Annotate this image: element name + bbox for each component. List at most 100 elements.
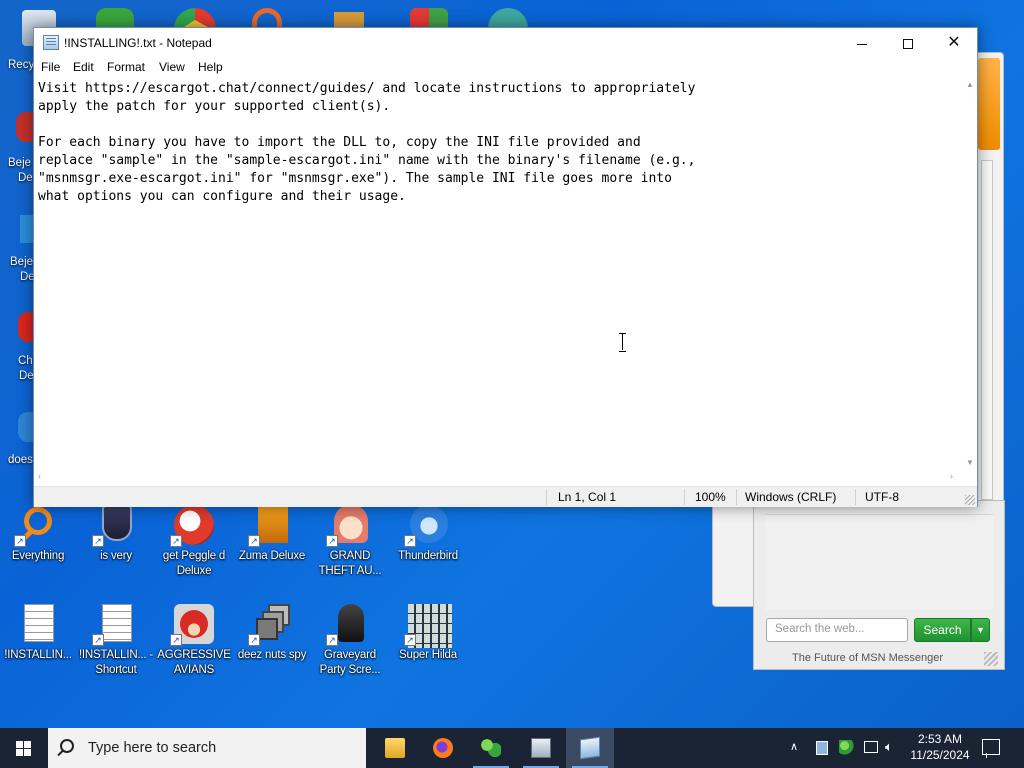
search-icon — [60, 739, 74, 753]
shortcut-arrow-icon: ↗ — [248, 535, 260, 547]
show-hidden-icons-chevron-icon[interactable]: ∧ — [790, 740, 798, 768]
clock-date: 11/25/2024 — [910, 748, 970, 762]
clock[interactable]: 2:53 AM 11/25/2024 — [905, 731, 975, 763]
desktop-icon-label: Zuma Deluxe — [238, 550, 306, 562]
close-button[interactable]: ✕ — [931, 28, 977, 58]
document-text[interactable]: Visit https://escargot.chat/connect/guid… — [38, 80, 695, 206]
title-bar[interactable]: !INSTALLING!.txt - Notepad ✕ — [34, 28, 977, 58]
does-app-icon[interactable] — [18, 412, 34, 442]
desktop-icon-installing-shortcut[interactable]: ↗ !INSTALLIN... - Shortcut — [78, 604, 154, 678]
desktop-icon-zuma[interactable]: ↗ Zuma Deluxe — [234, 505, 310, 564]
does-app-label: does — [8, 454, 33, 466]
msn-content-area — [765, 514, 993, 610]
desktop-icon-graveyard[interactable]: ↗ Graveyard Party Scre... — [312, 604, 388, 678]
text-file-icon — [18, 604, 58, 644]
notepad-icon — [580, 736, 600, 760]
maximize-button[interactable] — [885, 28, 931, 58]
taskbar-notepad[interactable] — [566, 728, 614, 768]
thunderbird-icon: ↗ — [404, 505, 448, 547]
line-ending: Windows (CRLF) — [745, 490, 837, 504]
menu-help[interactable]: Help — [198, 60, 223, 74]
clock-time: 2:53 AM — [917, 732, 963, 746]
scroll-up-icon[interactable]: ▲ — [966, 80, 974, 89]
msn-search-dropdown-icon[interactable]: ▼ — [971, 618, 990, 642]
taskbar: Type here to search ∧ 🔈︎ 2:53 AM 11/25/2… — [0, 728, 1024, 768]
bejeweled-2-icon[interactable] — [20, 215, 34, 243]
resize-grip-icon[interactable] — [965, 495, 975, 505]
msn-search-input[interactable]: Search the web... — [766, 618, 908, 642]
msn-messenger-icon — [481, 738, 501, 758]
desktop-icon-label: get Peggle d Deluxe — [162, 550, 226, 577]
windows-stack-icon: ↗ — [248, 604, 292, 646]
zuma-icon: ↗ — [248, 505, 292, 547]
notepad-window[interactable]: !INSTALLING!.txt - Notepad ✕ File Edit F… — [33, 27, 978, 507]
horizontal-scrollbar[interactable]: ‹ › — [34, 470, 963, 484]
scroll-right-icon[interactable]: › — [950, 471, 953, 481]
taskbar-control-panel[interactable] — [517, 728, 565, 768]
shortcut-arrow-icon: ↗ — [404, 634, 416, 646]
menu-file[interactable]: File — [41, 60, 60, 74]
desktop-icon-everything[interactable]: ↗ Everything — [0, 505, 76, 564]
notepad-icon — [43, 35, 59, 50]
firefox-icon — [433, 738, 453, 758]
shortcut-arrow-icon: ↗ — [326, 634, 338, 646]
desktop-icon-thunderbird[interactable]: ↗ Thunderbird — [390, 505, 466, 564]
msn-scrollbar[interactable] — [981, 160, 993, 500]
notification-icon[interactable] — [982, 739, 1000, 758]
taskbar-search-box[interactable]: Type here to search — [48, 728, 366, 768]
encoding: UTF-8 — [865, 490, 899, 504]
menu-format[interactable]: Format — [107, 60, 145, 74]
menu-bar: File Edit Format View Help — [34, 58, 977, 78]
volume-icon[interactable]: 🔈︎ — [885, 739, 893, 768]
desktop-icon-label: is very — [100, 550, 132, 562]
scroll-left-icon[interactable]: ‹ — [38, 471, 41, 481]
angry-bird-icon: ↗ — [170, 604, 214, 646]
taskbar-search-placeholder: Type here to search — [88, 740, 217, 756]
msn-tray-icon[interactable] — [839, 740, 855, 756]
everything-icon: ↗ — [14, 505, 58, 547]
desktop-icon-label: deez nuts spy — [237, 649, 307, 661]
shield-logo-icon: ↗ — [92, 505, 136, 547]
vertical-scrollbar[interactable]: ▲ ▼ — [963, 78, 977, 470]
status-bar: Ln 1, Col 1 100% Windows (CRLF) UTF-8 — [34, 486, 977, 507]
minimize-icon — [857, 43, 867, 45]
device-icon[interactable] — [816, 741, 828, 755]
taskbar-firefox[interactable] — [419, 728, 467, 768]
msn-search-button[interactable]: Search — [914, 618, 971, 642]
pixel-cat-icon: ↗ — [404, 604, 452, 648]
graveyard-icon: ↗ — [326, 604, 370, 646]
start-button[interactable] — [0, 728, 48, 768]
desktop-icon-installing-txt[interactable]: !INSTALLIN... — [0, 604, 76, 663]
network-icon[interactable] — [864, 741, 878, 753]
scroll-down-icon[interactable]: ▼ — [966, 458, 974, 467]
taskbar-msn-messenger[interactable] — [467, 728, 515, 768]
shortcut-arrow-icon: ↗ — [326, 535, 338, 547]
menu-edit[interactable]: Edit — [73, 60, 94, 74]
desktop-icon-label: GRAND THEFT AU... — [318, 550, 382, 577]
bejeweled-label: Beje — [8, 157, 32, 169]
peggle-icon: ↗ — [170, 505, 214, 547]
taskbar-file-explorer[interactable] — [371, 728, 419, 768]
desktop-icon-gta[interactable]: ↗ GRAND THEFT AU... — [312, 505, 388, 579]
shortcut-arrow-icon: ↗ — [92, 634, 104, 646]
bejeweled-2-label: Beje — [10, 256, 34, 268]
anime-girl-icon: ↗ — [326, 505, 370, 547]
desktop-icon-super-hilda[interactable]: ↗ Super Hilda — [390, 604, 466, 663]
desktop-icon-label: Everything — [11, 550, 65, 562]
folder-icon — [385, 738, 405, 758]
zoom-level: 100% — [695, 490, 726, 504]
desktop-icon-aggressive-avians[interactable]: ↗ AGGRESSIVE AVIANS — [156, 604, 232, 678]
desktop-icon-deez-nuts-spy[interactable]: ↗ deez nuts spy — [234, 604, 310, 663]
chuzzle-icon[interactable] — [18, 312, 34, 342]
windows-logo-icon — [16, 741, 32, 756]
resize-grip-icon[interactable] — [984, 652, 998, 666]
menu-view[interactable]: View — [159, 60, 185, 74]
shortcut-arrow-icon: ↗ — [170, 634, 182, 646]
text-file-icon: ↗ — [92, 604, 136, 646]
desktop-icon-peggle[interactable]: ↗ get Peggle d Deluxe — [156, 505, 232, 579]
text-editor[interactable]: Visit https://escargot.chat/connect/guid… — [34, 78, 962, 470]
desktop-icon-is-very[interactable]: ↗ is very — [78, 505, 154, 564]
maximize-icon — [903, 39, 913, 50]
minimize-button[interactable] — [839, 28, 885, 58]
chuzzle-label-2: De — [19, 370, 34, 382]
